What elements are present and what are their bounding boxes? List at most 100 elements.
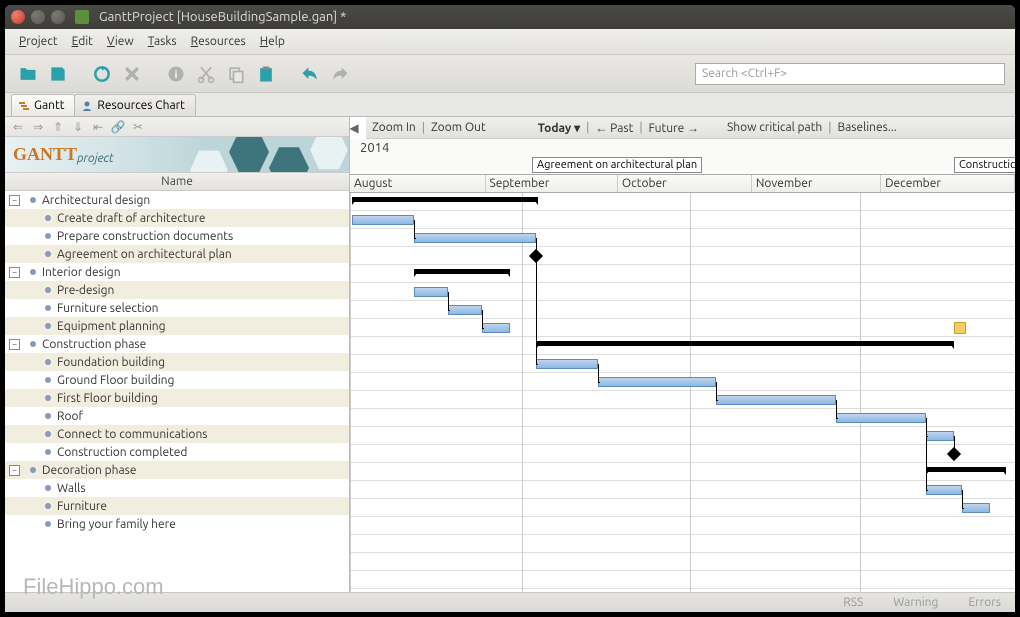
today-button[interactable]: Today ▾ <box>538 121 580 135</box>
task-row[interactable]: Agreement on architectural plan <box>5 245 349 263</box>
note-icon[interactable] <box>954 322 966 334</box>
header-milestone-label: Constructic <box>954 157 1015 173</box>
gantt-bar[interactable] <box>598 377 716 387</box>
task-label: Foundation building <box>57 356 165 369</box>
nav-left-icon[interactable]: ⇐ <box>9 119 27 135</box>
task-label: Decoration phase <box>42 464 137 477</box>
gantt-icon <box>18 100 30 112</box>
menu-resources[interactable]: Resources <box>185 33 252 50</box>
tab-gantt[interactable]: Gantt <box>11 94 75 116</box>
move-up-icon[interactable]: ⇑ <box>49 119 67 135</box>
tab-resources-chart[interactable]: Resources Chart <box>74 94 195 116</box>
task-bullet-icon <box>45 287 51 293</box>
task-row[interactable]: Equipment planning <box>5 317 349 335</box>
paste-icon[interactable] <box>253 61 279 87</box>
gantt-summary-bar[interactable] <box>536 341 954 346</box>
task-row[interactable]: Furniture <box>5 497 349 515</box>
chart-pane: ◀ Zoom In | Zoom Out Today ▾ | ← Past | … <box>350 117 1015 592</box>
open-icon[interactable] <box>15 61 41 87</box>
save-icon[interactable] <box>45 61 71 87</box>
task-bullet-icon <box>30 197 36 203</box>
task-row[interactable]: − Construction phase <box>5 335 349 353</box>
status-errors[interactable]: Errors <box>968 596 1001 609</box>
task-row[interactable]: Pre-design <box>5 281 349 299</box>
titlebar: GanttProject [HouseBuildingSample.gan] * <box>5 5 1015 29</box>
scroll-left-icon[interactable]: ◀ <box>350 117 358 139</box>
gantt-bar[interactable] <box>352 215 414 225</box>
expander-icon[interactable]: − <box>9 465 20 476</box>
baselines-button[interactable]: Baselines... <box>838 121 897 134</box>
critical-path-button[interactable]: Show critical path <box>727 121 822 134</box>
gantt-bar[interactable] <box>414 287 448 297</box>
task-row[interactable]: Bring your family here <box>5 515 349 533</box>
past-button[interactable]: ← Past <box>595 121 633 135</box>
delete-icon[interactable] <box>119 61 145 87</box>
window-maximize-button[interactable] <box>51 10 65 24</box>
task-row[interactable]: Create draft of architecture <box>5 209 349 227</box>
undo-icon[interactable] <box>297 61 323 87</box>
gantt-bar[interactable] <box>926 431 954 441</box>
task-row[interactable]: Connect to communications <box>5 425 349 443</box>
gantt-bar[interactable] <box>414 233 536 243</box>
window-close-button[interactable] <box>11 10 25 24</box>
nav-right-icon[interactable]: ⇒ <box>29 119 47 135</box>
task-tree-toolbar: ⇐ ⇒ ⇑ ⇓ ⇤ 🔗 ✂ <box>5 117 349 137</box>
menu-tasks[interactable]: Tasks <box>142 33 183 50</box>
status-warning[interactable]: Warning <box>893 596 938 609</box>
task-label: Pre-design <box>57 284 114 297</box>
refresh-icon[interactable] <box>89 61 115 87</box>
month-cell: August <box>350 175 486 192</box>
zoom-out-button[interactable]: Zoom Out <box>431 121 486 134</box>
task-row[interactable]: −Interior design <box>5 263 349 281</box>
info-icon[interactable]: i <box>163 61 189 87</box>
outdent-icon[interactable]: ⇤ <box>89 119 107 135</box>
task-label: Equipment planning <box>57 320 166 333</box>
task-row[interactable]: Roof <box>5 407 349 425</box>
task-bullet-icon <box>45 431 51 437</box>
status-rss[interactable]: RSS <box>843 596 863 609</box>
gantt-chart[interactable] <box>350 193 1015 592</box>
task-row[interactable]: Foundation building <box>5 353 349 371</box>
gantt-summary-bar[interactable] <box>414 269 510 274</box>
menu-edit[interactable]: Edit <box>66 33 99 50</box>
link-icon[interactable]: 🔗 <box>109 119 127 135</box>
task-row[interactable]: First Floor building <box>5 389 349 407</box>
gantt-bar[interactable] <box>836 413 926 423</box>
cut-icon[interactable] <box>193 61 219 87</box>
task-label: First Floor building <box>57 392 158 405</box>
gantt-bar[interactable] <box>962 503 990 513</box>
future-button[interactable]: Future → <box>649 121 699 135</box>
task-row[interactable]: Walls <box>5 479 349 497</box>
expander-icon[interactable]: − <box>9 267 20 278</box>
expander-icon[interactable]: − <box>9 195 20 206</box>
task-row[interactable]: Furniture selection <box>5 299 349 317</box>
redo-icon[interactable] <box>327 61 353 87</box>
gantt-bar[interactable] <box>482 323 510 333</box>
copy-icon[interactable] <box>223 61 249 87</box>
task-row[interactable]: −Architectural design <box>5 191 349 209</box>
gantt-summary-bar[interactable] <box>926 467 1006 472</box>
gantt-bar[interactable] <box>926 485 962 495</box>
menu-view[interactable]: View <box>101 33 140 50</box>
task-bullet-icon <box>30 467 36 473</box>
task-row[interactable]: Ground Floor building <box>5 371 349 389</box>
task-row[interactable]: Construction completed <box>5 443 349 461</box>
task-label: Construction phase <box>42 338 146 351</box>
task-row[interactable]: Prepare construction documents <box>5 227 349 245</box>
gantt-bar[interactable] <box>716 395 836 405</box>
task-tree-pane: ⇐ ⇒ ⇑ ⇓ ⇤ 🔗 ✂ GANTTproject Name −Archite… <box>5 117 350 592</box>
menu-project[interactable]: Project <box>13 33 64 50</box>
expander-icon[interactable]: − <box>9 339 20 350</box>
zoom-in-button[interactable]: Zoom In <box>372 121 416 134</box>
gantt-summary-bar[interactable] <box>352 197 538 202</box>
gantt-bar[interactable] <box>448 305 482 315</box>
menu-help[interactable]: Help <box>254 33 291 50</box>
gantt-bar[interactable] <box>536 359 598 369</box>
search-input[interactable]: Search <Ctrl+F> <box>695 63 1005 85</box>
column-header-name[interactable]: Name <box>5 173 349 191</box>
move-down-icon[interactable]: ⇓ <box>69 119 87 135</box>
window-minimize-button[interactable] <box>31 10 45 24</box>
task-label: Create draft of architecture <box>57 212 206 225</box>
task-row[interactable]: − Decoration phase <box>5 461 349 479</box>
unlink-icon[interactable]: ✂ <box>129 119 147 135</box>
